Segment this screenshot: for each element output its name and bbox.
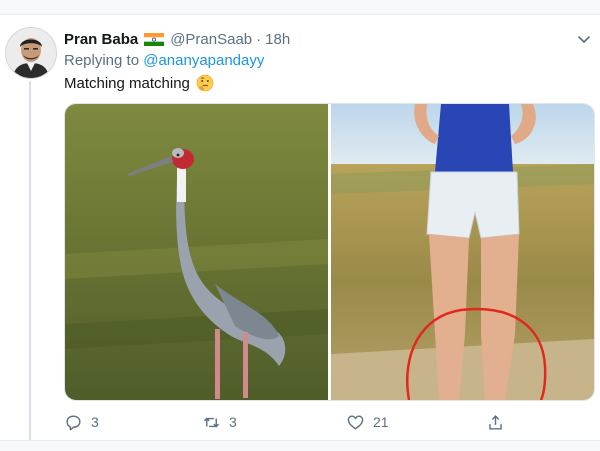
timeline-bottom-divider	[0, 440, 600, 451]
tweet-timestamp[interactable]: 18h	[265, 31, 290, 48]
retweet-icon	[203, 417, 220, 427]
tweet-header: Pran Baba @PranSaab · 18h	[64, 29, 290, 49]
heart-icon	[347, 414, 364, 430]
like-button[interactable]: 21	[346, 412, 389, 432]
reply-count: 3	[91, 414, 99, 430]
avatar[interactable]	[5, 27, 57, 79]
tweet-text-content: Matching matching	[64, 74, 190, 92]
thinking-face-emoji-icon	[196, 74, 214, 92]
replying-to-label: Replying to	[64, 52, 144, 69]
replying-to-line: Replying to @ananyapandayy	[64, 52, 264, 69]
chevron-down-icon[interactable]	[576, 31, 592, 47]
retweet-button[interactable]: 3	[202, 412, 237, 432]
display-name[interactable]: Pran Baba	[64, 31, 138, 48]
sarus-crane-photo	[65, 104, 328, 400]
thread-connector-line	[29, 81, 31, 451]
share-icon	[489, 414, 502, 430]
tweet-media-grid[interactable]	[64, 103, 595, 401]
woman-in-field-photo	[331, 104, 594, 400]
tweet-text: Matching matching	[64, 74, 214, 92]
india-flag-icon	[144, 32, 165, 46]
retweet-count: 3	[229, 414, 237, 430]
timeline-top-divider	[0, 0, 600, 15]
share-button[interactable]	[486, 412, 513, 432]
avatar-portrait-image	[6, 28, 56, 78]
reply-button[interactable]: 3	[64, 412, 99, 432]
header-separator: ·	[256, 30, 262, 48]
media-photo-person[interactable]	[331, 104, 594, 400]
like-count: 21	[373, 414, 389, 430]
reply-mention-link[interactable]: @ananyapandayy	[143, 52, 264, 69]
reply-icon	[66, 414, 81, 430]
user-handle[interactable]: @PranSaab	[170, 31, 252, 48]
tweet-actions: 3 3 21	[64, 412, 524, 432]
media-photo-crane[interactable]	[65, 104, 328, 400]
tweet[interactable]: Pran Baba @PranSaab · 18h Replying to @a…	[0, 15, 600, 451]
